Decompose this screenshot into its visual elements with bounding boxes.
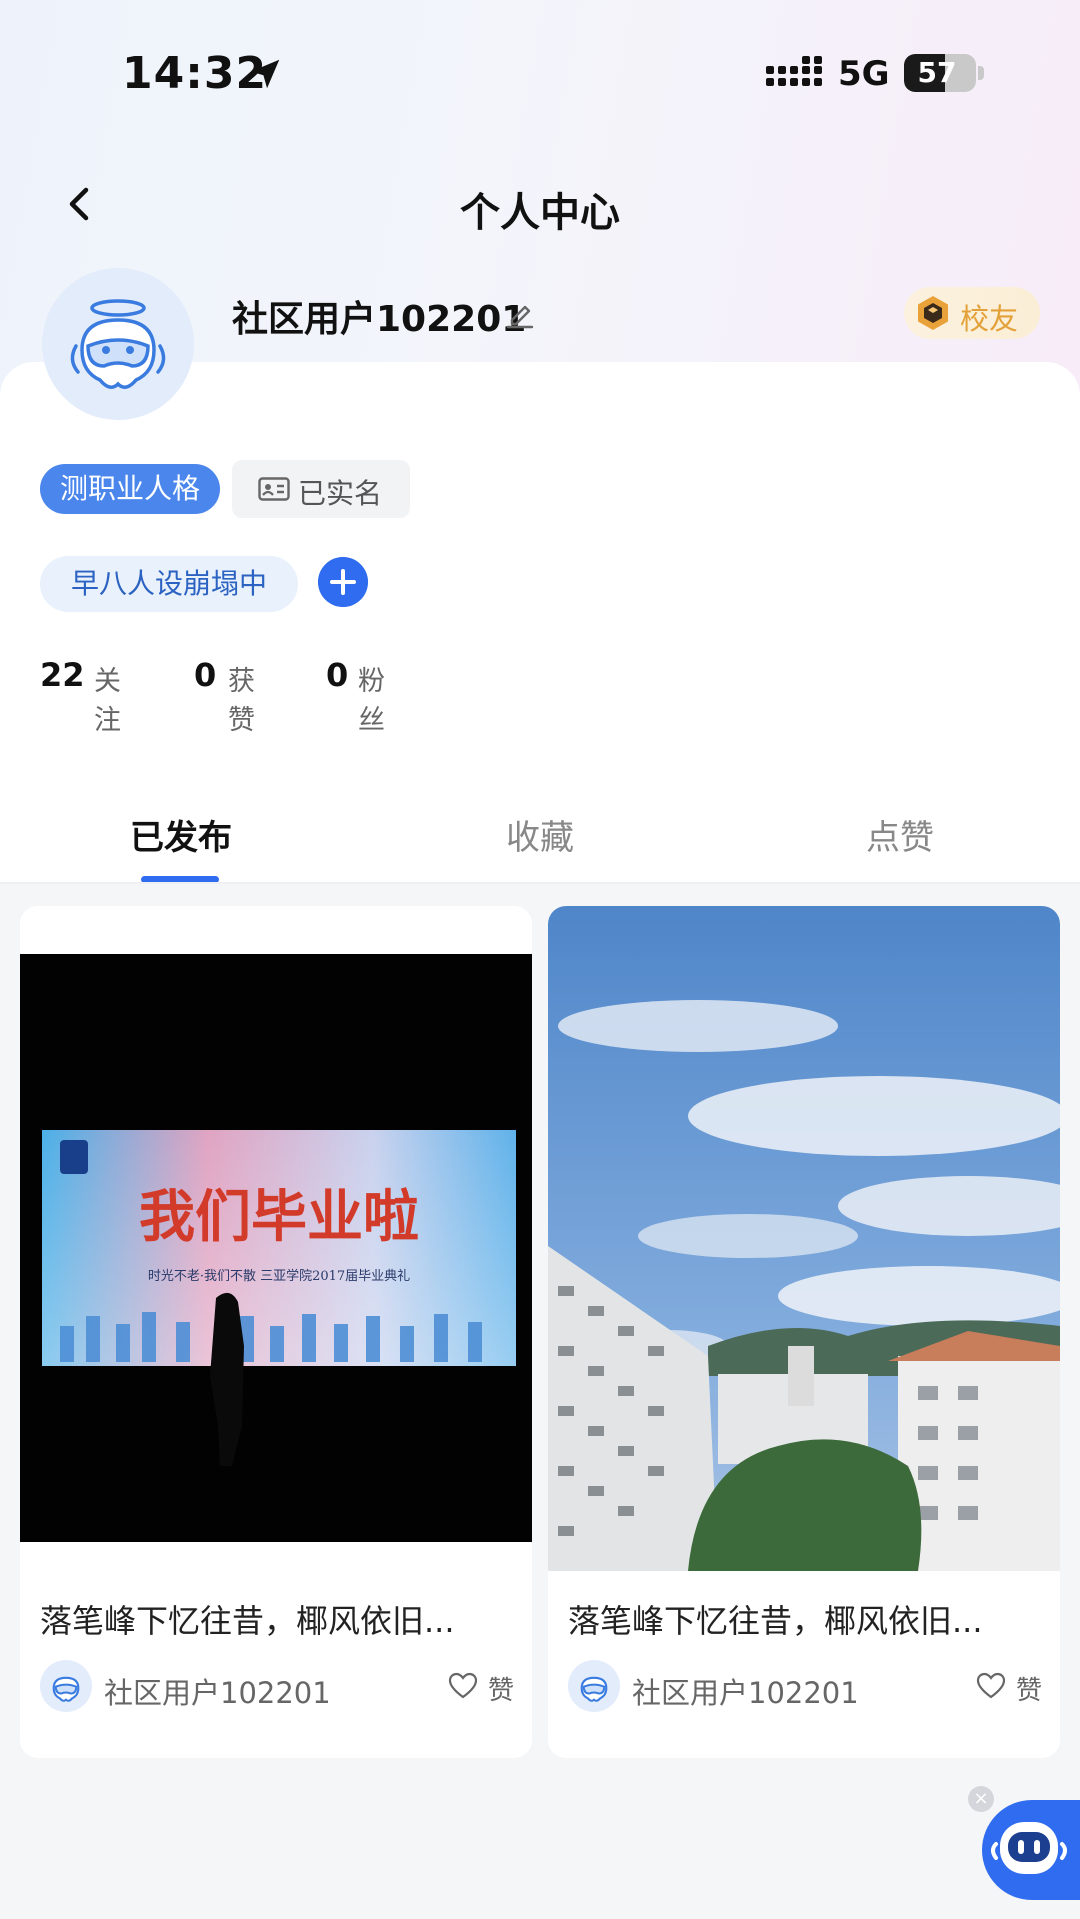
robot-assistant-icon xyxy=(991,1822,1067,1874)
avatar[interactable] xyxy=(42,268,194,420)
tab-favorites[interactable]: 收藏 xyxy=(506,810,574,859)
status-tag[interactable]: 早八人设崩塌中 xyxy=(40,556,298,612)
following-label[interactable]: 关注 xyxy=(94,659,121,737)
like-label[interactable]: 赞 xyxy=(1016,1670,1042,1707)
banner-subtitle: 时光不老·我们不散 三亚学院2017届毕业典礼 xyxy=(148,1268,410,1284)
robot-avatar-icon xyxy=(70,299,166,389)
assistant-button[interactable] xyxy=(982,1800,1080,1900)
page-title: 个人中心 xyxy=(460,190,620,236)
robot-avatar-icon xyxy=(580,1676,608,1702)
network-type: 5G xyxy=(838,54,890,94)
alumni-label: 校友 xyxy=(960,302,1019,336)
status-bar: 14:32 5G 57 xyxy=(0,0,1080,150)
alumni-hexagon-icon xyxy=(918,296,948,330)
battery-level: 57 xyxy=(917,56,957,89)
likes-count[interactable]: 0 xyxy=(194,656,216,694)
id-card-icon xyxy=(258,477,290,501)
verified-tag[interactable]: 已实名 xyxy=(232,460,410,518)
post-author-name[interactable]: 社区用户102201 xyxy=(104,1670,331,1712)
graduation-stage-photo: 我们毕业啦 时光不老·我们不散 三亚学院2017届毕业典礼 xyxy=(20,906,532,1571)
username: 社区用户102201 xyxy=(232,299,527,340)
post-image[interactable]: 我们毕业啦 时光不老·我们不散 三亚学院2017届毕业典礼 xyxy=(20,906,532,1571)
battery-tip xyxy=(978,66,984,80)
signal-icon xyxy=(766,56,822,86)
alumni-badge[interactable]: 校友 xyxy=(904,287,1040,339)
personality-test-tag[interactable]: 测职业人格 xyxy=(40,464,220,514)
heart-icon[interactable] xyxy=(448,1672,478,1700)
tab-bar: 已发布 收藏 点赞 xyxy=(0,790,1080,883)
post-title[interactable]: 落笔峰下忆往昔，椰风依旧... xyxy=(568,1596,1044,1642)
post-image[interactable] xyxy=(548,906,1060,1571)
post-author-avatar[interactable] xyxy=(40,1660,92,1712)
post-card[interactable]: 落笔峰下忆往昔，椰风依旧... 社区用户102201 赞 xyxy=(548,906,1060,1758)
tab-published[interactable]: 已发布 xyxy=(130,810,232,859)
following-count[interactable]: 22 xyxy=(40,656,85,694)
likes-label[interactable]: 获赞 xyxy=(228,659,255,737)
followers-label[interactable]: 粉丝 xyxy=(358,659,385,737)
pencil-icon[interactable] xyxy=(504,298,536,330)
post-title[interactable]: 落笔峰下忆往昔，椰风依旧... xyxy=(40,1596,516,1642)
battery-icon: 57 xyxy=(904,54,976,92)
post-author-name[interactable]: 社区用户102201 xyxy=(632,1670,859,1712)
tab-liked[interactable]: 点赞 xyxy=(866,810,934,859)
tab-divider xyxy=(0,882,1080,884)
post-author-avatar[interactable] xyxy=(568,1660,620,1712)
verified-label: 已实名 xyxy=(298,477,383,510)
followers-count[interactable]: 0 xyxy=(326,656,348,694)
banner-title: 我们毕业啦 xyxy=(139,1184,419,1250)
post-card[interactable]: 我们毕业啦 时光不老·我们不散 三亚学院2017届毕业典礼 落笔峰下忆往昔，椰风… xyxy=(20,906,532,1758)
add-tag-button[interactable] xyxy=(318,557,368,607)
campus-photo xyxy=(548,906,1060,1571)
robot-avatar-icon xyxy=(52,1676,80,1702)
location-arrow-icon xyxy=(250,59,280,89)
heart-icon[interactable] xyxy=(976,1672,1006,1700)
like-label[interactable]: 赞 xyxy=(488,1670,514,1707)
